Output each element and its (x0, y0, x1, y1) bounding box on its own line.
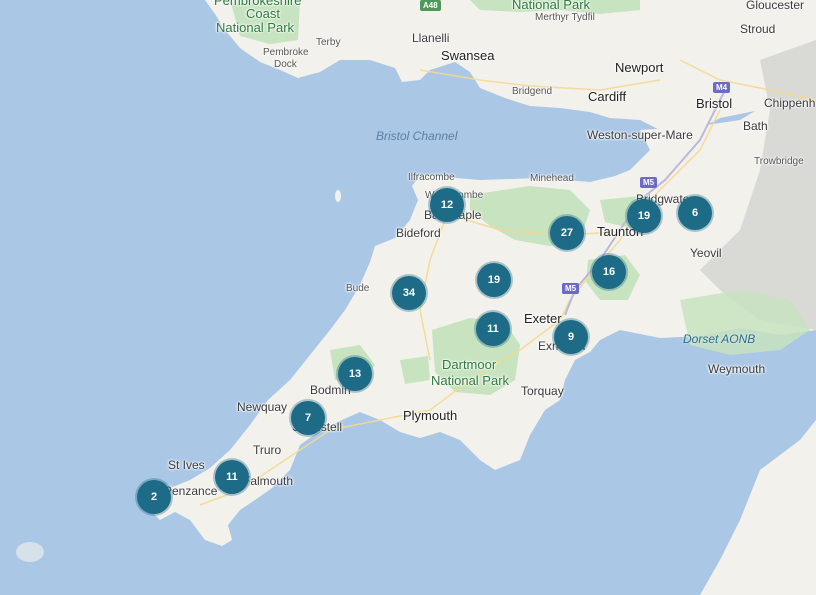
place-label-ilfracombe: Ilfracombe (408, 172, 455, 183)
cluster-marker-bodmin[interactable]: 13 (338, 357, 372, 391)
place-label-newport: Newport (615, 60, 664, 75)
cluster-marker-exmouth[interactable]: 9 (554, 320, 588, 354)
cluster-marker-falmouth[interactable]: 11 (215, 460, 249, 494)
road-shield-m4: M4 (713, 82, 731, 93)
road-shield-a48: A48 (420, 0, 441, 11)
place-label-stroud: Stroud (740, 22, 776, 36)
cluster-marker-mid-devon[interactable]: 19 (477, 263, 511, 297)
place-label-dartmoor-2: National Park (431, 373, 510, 388)
road-shield-m5-south: M5 (562, 283, 580, 294)
cluster-marker-blackdown[interactable]: 16 (592, 255, 626, 289)
place-label-bristol: Bristol (696, 96, 733, 111)
place-label-weymouth: Weymouth (708, 362, 766, 376)
place-label-exeter: Exeter (524, 311, 562, 326)
place-label-plymouth: Plymouth (403, 408, 458, 423)
place-label-national-park-top: National Park (512, 0, 591, 12)
place-label-dock: Dock (274, 59, 297, 70)
map-canvas[interactable]: Pembrokeshire Coast National Park Terby Pemb… (0, 0, 816, 595)
cluster-marker-exmoor[interactable]: 27 (550, 216, 584, 250)
place-label-swansea: Swansea (441, 48, 495, 63)
place-label-truro: Truro (253, 443, 282, 457)
place-label-bude: Bude (346, 283, 370, 294)
cluster-marker-penzance[interactable]: 2 (137, 480, 171, 514)
place-label-dartmoor-1: Dartmoor (442, 357, 497, 372)
place-label-llanelli: Llanelli (412, 31, 450, 45)
cluster-marker-yeovil[interactable]: 6 (678, 196, 712, 230)
place-label-bideford: Bideford (396, 226, 441, 240)
place-label-st-ives: St Ives (168, 458, 205, 472)
place-label-yeovil: Yeovil (690, 246, 722, 260)
place-label-newquay: Newquay (237, 400, 288, 414)
cluster-marker-bridgwater[interactable]: 19 (627, 199, 661, 233)
place-label-chippenham: Chippenh (764, 96, 816, 110)
place-label-gloucester: Gloucester (746, 0, 805, 12)
place-label-pembroke: Pembroke (263, 47, 309, 58)
cluster-marker-okehampton[interactable]: 11 (476, 312, 510, 346)
place-label-penzance: Penzance (164, 484, 218, 498)
place-label-trowbridge: Trowbridge (754, 156, 804, 167)
place-label-national-park-wales: National Park (216, 20, 295, 35)
cluster-marker-holsworthy[interactable]: 34 (392, 276, 426, 310)
cluster-marker-st-austell[interactable]: 7 (291, 401, 325, 435)
place-label-bath: Bath (743, 119, 768, 133)
place-label-minehead: Minehead (530, 173, 574, 184)
place-label-bridgend: Bridgend (512, 86, 553, 97)
place-label-terby: Terby (316, 37, 341, 48)
place-label-torquay: Torquay (521, 384, 564, 398)
cluster-marker-barnstaple[interactable]: 12 (430, 188, 464, 222)
place-label-cardiff: Cardiff (588, 89, 627, 104)
place-label-weston: Weston-super-Mare (587, 128, 693, 142)
place-label-bristol-channel: Bristol Channel (376, 129, 458, 143)
place-label-merthyr: Merthyr Tydfil (535, 12, 595, 23)
place-label-falmouth: Falmouth (243, 474, 294, 488)
place-label-dorset-aonb: Dorset AONB (683, 332, 756, 346)
place-label-coast: Coast (246, 6, 280, 21)
road-shield-m5-north: M5 (640, 177, 658, 188)
